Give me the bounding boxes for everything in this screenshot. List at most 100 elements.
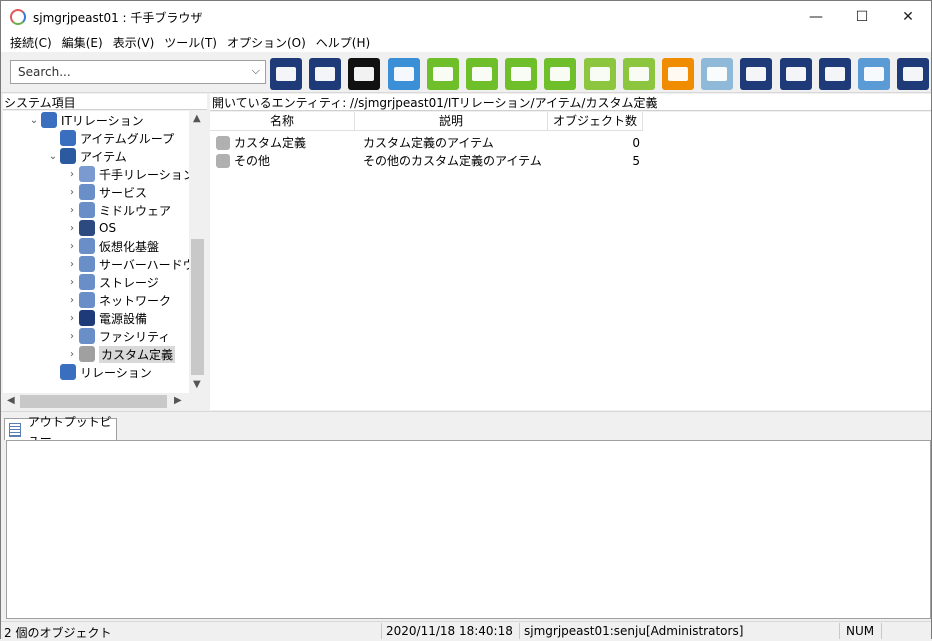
tree-item[interactable]: › OS — [65, 219, 116, 237]
search-placeholder: Search... — [18, 65, 71, 79]
column-object-count[interactable]: オブジェクト数 — [548, 112, 643, 131]
tree-item[interactable]: › カスタム定義 — [65, 345, 176, 363]
scroll-down-icon[interactable]: ▼ — [193, 379, 201, 390]
tree-item-label: 千手リレーション — [99, 167, 189, 182]
log-icon — [864, 67, 884, 81]
radar-button[interactable] — [897, 58, 930, 90]
cell-desc: その他のカスタム定義のアイテム — [363, 154, 542, 168]
tree-item[interactable]: アイテムグループ — [46, 129, 174, 147]
puzzle-map-button[interactable] — [505, 58, 538, 90]
close-button[interactable]: ✕ — [885, 1, 931, 32]
tree-item[interactable]: › サービス — [65, 183, 147, 201]
menu-view[interactable]: 表示(V) — [108, 32, 160, 52]
bar-report-button[interactable] — [583, 58, 616, 90]
check-arrow-icon — [785, 67, 806, 81]
tree-item[interactable]: › 仮想化基盤 — [65, 237, 159, 255]
tree-item[interactable]: ⌄ アイテム — [46, 147, 127, 165]
tree-item[interactable]: › 千手リレーション — [65, 165, 189, 183]
chevron-right-icon[interactable]: › — [65, 205, 79, 216]
monitor-icon — [315, 67, 336, 81]
menu-connect[interactable]: 接続(C) — [5, 32, 57, 52]
maximize-button[interactable]: ☐ — [839, 1, 885, 32]
menu-edit[interactable]: 編集(E) — [57, 32, 108, 52]
chevron-down-icon[interactable]: ⌵ — [252, 64, 260, 78]
tree-item[interactable]: › 電源設備 — [65, 309, 147, 327]
gear-map-button[interactable] — [426, 58, 459, 90]
tree-item[interactable]: › ストレージ — [65, 273, 159, 291]
status-divider — [519, 623, 520, 639]
storage-icon — [79, 274, 95, 290]
chart-orange-icon — [668, 67, 688, 81]
tree-item[interactable]: ⌄ ITリレーション — [27, 111, 144, 129]
scroll-right-icon[interactable]: ▶ — [174, 395, 182, 406]
check-arrow-button[interactable] — [779, 58, 812, 90]
scroll-thumb[interactable] — [20, 395, 167, 408]
tree-item-label: ストレージ — [99, 275, 159, 290]
entity-path-header: 開いているエンティティ: //sjmgrjpeast01/ITリレーション/アイ… — [210, 94, 931, 111]
menu-tools[interactable]: ツール(T) — [159, 32, 222, 52]
cell-count: 5 — [632, 154, 640, 168]
status-datetime: 2020/11/18 18:40:18 — [386, 624, 513, 638]
window-title: sjmgrjpeast01 : 千手ブラウザ — [33, 11, 203, 25]
tree-vertical-scrollbar[interactable]: ▲ ▼ — [189, 111, 206, 393]
check-map-button[interactable] — [466, 58, 498, 90]
menu-help[interactable]: ヘルプ(H) — [311, 32, 375, 52]
tree-horizontal-scrollbar[interactable]: ◀ ▶ — [3, 393, 189, 410]
scroll-thumb[interactable] — [191, 239, 204, 375]
status-object-count: 2 個のオブジェクト — [4, 626, 112, 640]
scroll-up-icon[interactable]: ▲ — [193, 113, 201, 124]
status-divider — [381, 623, 382, 639]
gantt-button[interactable] — [622, 58, 655, 90]
chevron-right-icon[interactable]: › — [65, 331, 79, 342]
search-combobox[interactable]: Search... ⌵ — [10, 60, 266, 84]
tree-item[interactable]: リレーション — [46, 363, 152, 381]
column-name[interactable]: 名称 — [210, 112, 355, 131]
monitor-button[interactable] — [309, 58, 342, 90]
chevron-right-icon[interactable]: › — [65, 277, 79, 288]
check-monitor-icon — [550, 67, 571, 81]
chevron-down-icon[interactable]: ⌄ — [27, 115, 41, 126]
check-monitor-button[interactable] — [544, 58, 577, 90]
camera-grid-button[interactable] — [701, 58, 734, 90]
minimize-button[interactable]: — — [793, 1, 839, 32]
log-button[interactable] — [858, 58, 890, 90]
tree-item[interactable]: › ミドルウェア — [65, 201, 171, 219]
menu-bar: 接続(C) 編集(E) 表示(V) ツール(T) オプション(O) ヘルプ(H) — [1, 32, 931, 52]
chevron-right-icon[interactable]: › — [65, 259, 79, 270]
tree-item[interactable]: › ファシリティ — [65, 327, 170, 345]
tree-item[interactable]: › サーバーハードウェア — [65, 255, 189, 273]
chevron-down-icon[interactable]: ⌄ — [46, 151, 60, 162]
menu-options[interactable]: オプション(O) — [222, 32, 311, 52]
senju-relation-icon — [79, 166, 95, 182]
task-monitor-button[interactable] — [348, 58, 381, 90]
message-button[interactable] — [387, 58, 420, 90]
tree-item[interactable]: › ネットワーク — [65, 291, 171, 309]
tab-output-view[interactable]: アウトプットビュー — [4, 415, 117, 446]
item-group-icon — [60, 130, 76, 146]
custom-wrench-icon — [216, 136, 230, 150]
output-pane[interactable] — [6, 440, 931, 619]
camera-grid-icon — [707, 67, 728, 81]
chevron-right-icon[interactable]: › — [65, 313, 79, 324]
chart-orange-button[interactable] — [662, 58, 694, 90]
network-map-icon — [276, 67, 296, 81]
column-description[interactable]: 説明 — [355, 112, 548, 131]
chevron-right-icon[interactable]: › — [65, 187, 79, 198]
network-map-button[interactable] — [270, 58, 302, 90]
tree-item-label: 仮想化基盤 — [99, 239, 160, 254]
server-icon — [79, 256, 95, 272]
camera-arrow-button[interactable] — [818, 58, 851, 90]
horizontal-splitter[interactable] — [1, 411, 931, 417]
chevron-right-icon[interactable]: › — [65, 295, 79, 306]
chevron-right-icon[interactable]: › — [65, 223, 79, 234]
chevron-right-icon[interactable]: › — [65, 241, 79, 252]
app-icon — [10, 9, 26, 25]
chevron-right-icon[interactable]: › — [65, 349, 79, 360]
gear-arrow-button[interactable] — [740, 58, 773, 90]
scroll-left-icon[interactable]: ◀ — [7, 395, 15, 406]
bar-report-icon — [589, 67, 610, 81]
cell-count: 0 — [632, 136, 640, 150]
chevron-right-icon[interactable]: › — [65, 169, 79, 180]
tree-item-label: OS — [99, 221, 117, 235]
app-window: sjmgrjpeast01 : 千手ブラウザ — ☐ ✕ 接続(C) 編集(E)… — [0, 0, 932, 640]
